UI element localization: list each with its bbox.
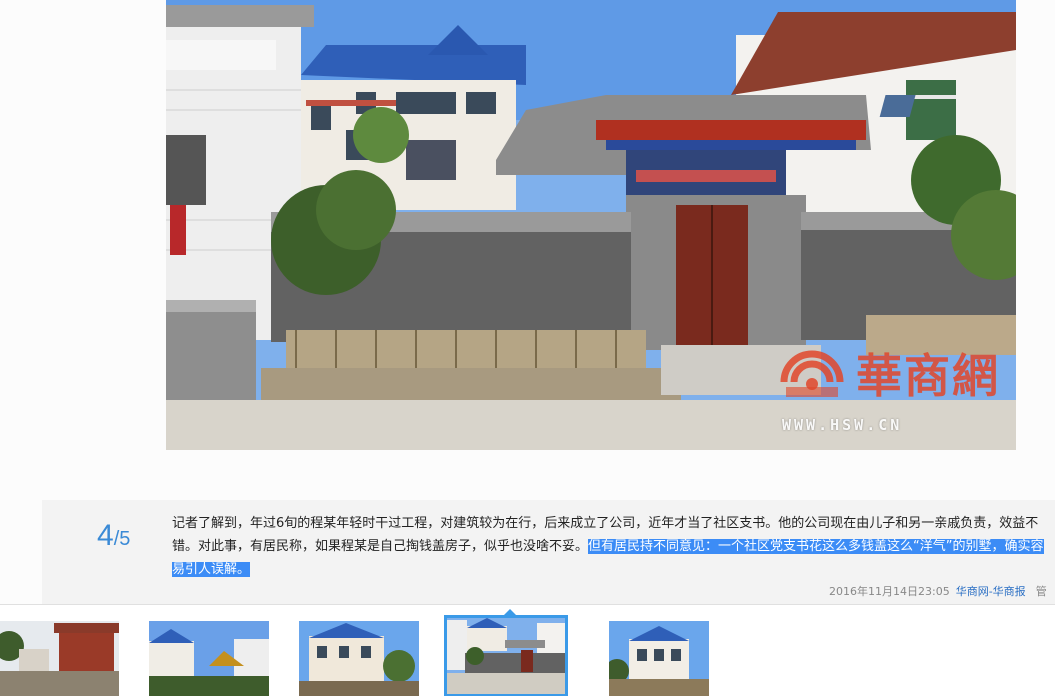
thumbnail-3-image [299, 621, 419, 696]
publish-time: 2016年11月14日23:05 [829, 585, 950, 598]
thumbnail-1[interactable] [0, 621, 119, 696]
meta-overflow-text: 管 [1035, 585, 1047, 598]
watermark-brand: 華商網 [856, 349, 1000, 403]
slide-counter: 4/5 [97, 519, 130, 553]
thumbnail-strip [0, 604, 1055, 696]
watermark-url: WWW.HSW.CN [782, 416, 903, 434]
thumbnail-3[interactable] [299, 621, 419, 696]
thumbnail-4[interactable] [444, 615, 568, 696]
thumbnail-4-image [447, 618, 565, 694]
thumbnail-1-image [0, 621, 119, 696]
photo-caption[interactable]: 记者了解到，年过6旬的程某年轻时干过工程，对建筑较为在行，后来成立了公司，近年才… [172, 512, 1055, 581]
source-link[interactable]: 华商网-华商报 [956, 585, 1026, 598]
slide-current: 4 [97, 519, 114, 552]
article-meta: 2016年11月14日23:05 华商网-华商报管 [829, 583, 1047, 599]
thumbnail-5-image [609, 621, 709, 696]
main-photo[interactable]: 華商網 WWW.HSW.CN [166, 0, 1016, 450]
thumbnail-5[interactable] [609, 621, 729, 696]
gallery-page: 華商網 WWW.HSW.CN 4/5 记者了解到，年过6旬的程某年轻时干过工程，… [0, 0, 1055, 696]
thumbnail-2-image [149, 621, 269, 696]
thumbnail-2[interactable] [149, 621, 269, 696]
slide-total: 5 [119, 528, 131, 550]
